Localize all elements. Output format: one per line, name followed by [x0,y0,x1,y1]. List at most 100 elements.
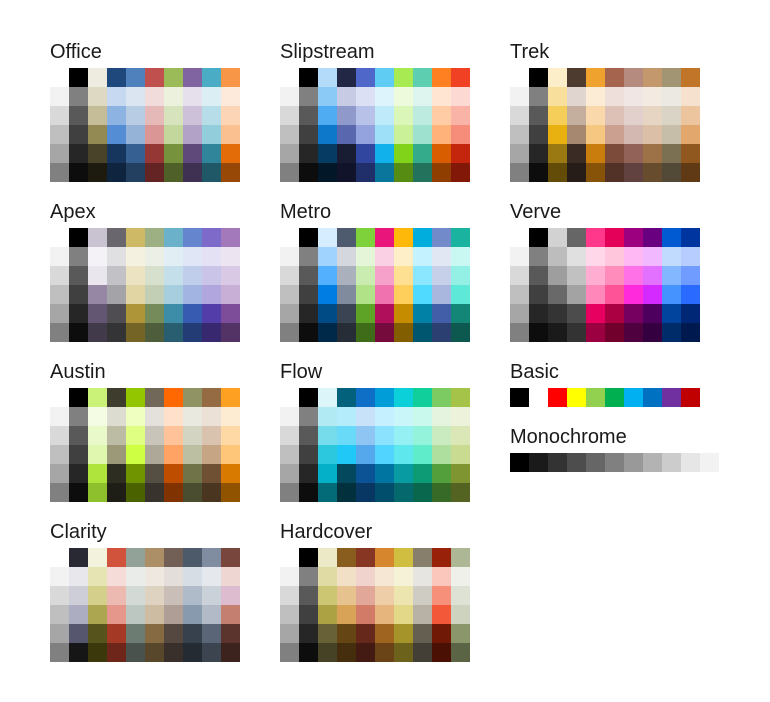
color-swatch[interactable] [280,106,299,125]
color-swatch[interactable] [107,247,126,266]
color-swatch[interactable] [107,285,126,304]
color-swatch[interactable] [126,586,145,605]
color-swatch[interactable] [451,285,470,304]
palette-block-monochrome[interactable]: Monochrome [510,425,738,472]
color-swatch[interactable] [107,125,126,144]
color-swatch[interactable] [605,68,624,87]
color-swatch[interactable] [375,163,394,182]
color-swatch[interactable] [50,483,69,502]
color-swatch[interactable] [299,643,318,662]
color-swatch[interactable] [451,407,470,426]
color-swatch[interactable] [432,567,451,586]
color-swatch[interactable] [88,605,107,624]
color-swatch[interactable] [126,163,145,182]
color-swatch[interactable] [567,144,586,163]
color-swatch[interactable] [586,453,605,472]
color-swatch[interactable] [145,106,164,125]
color-swatch[interactable] [375,266,394,285]
color-swatch[interactable] [50,68,69,87]
color-swatch[interactable] [451,643,470,662]
color-swatch[interactable] [375,586,394,605]
color-swatch[interactable] [337,483,356,502]
color-swatch[interactable] [375,87,394,106]
color-swatch[interactable] [107,163,126,182]
color-swatch[interactable] [394,426,413,445]
color-swatch[interactable] [318,605,337,624]
color-swatch[interactable] [432,548,451,567]
color-swatch[interactable] [643,453,662,472]
color-swatch[interactable] [586,125,605,144]
color-swatch[interactable] [183,106,202,125]
color-swatch[interactable] [164,388,183,407]
color-swatch[interactable] [88,285,107,304]
color-swatch[interactable] [529,228,548,247]
color-swatch[interactable] [375,144,394,163]
color-swatch[interactable] [126,426,145,445]
color-swatch[interactable] [624,144,643,163]
color-swatch[interactable] [356,125,375,144]
color-swatch[interactable] [432,643,451,662]
color-swatch[interactable] [548,163,567,182]
color-swatch[interactable] [375,247,394,266]
color-swatch[interactable] [548,125,567,144]
color-swatch[interactable] [413,106,432,125]
color-swatch[interactable] [69,247,88,266]
color-swatch[interactable] [643,125,662,144]
color-swatch[interactable] [586,304,605,323]
color-swatch[interactable] [375,68,394,87]
color-swatch[interactable] [375,323,394,342]
color-swatch[interactable] [280,163,299,182]
color-swatch[interactable] [280,407,299,426]
color-swatch[interactable] [318,106,337,125]
color-swatch[interactable] [126,445,145,464]
color-swatch[interactable] [50,548,69,567]
color-swatch[interactable] [145,464,164,483]
color-swatch[interactable] [510,163,529,182]
color-swatch[interactable] [337,464,356,483]
color-swatch[interactable] [164,228,183,247]
color-swatch[interactable] [567,323,586,342]
color-swatch[interactable] [432,426,451,445]
color-swatch[interactable] [126,483,145,502]
color-swatch[interactable] [451,247,470,266]
color-swatch[interactable] [337,643,356,662]
color-swatch[interactable] [318,266,337,285]
color-swatch[interactable] [586,87,605,106]
color-swatch[interactable] [662,323,681,342]
color-swatch[interactable] [145,87,164,106]
color-swatch[interactable] [164,285,183,304]
color-swatch[interactable] [126,407,145,426]
color-swatch[interactable] [299,247,318,266]
color-swatch[interactable] [318,624,337,643]
color-swatch[interactable] [510,266,529,285]
color-swatch[interactable] [145,68,164,87]
color-swatch[interactable] [394,125,413,144]
color-swatch[interactable] [413,68,432,87]
palette-block-clarity[interactable]: Clarity [50,520,240,662]
color-swatch[interactable] [413,567,432,586]
color-swatch[interactable] [432,304,451,323]
color-swatch[interactable] [145,548,164,567]
color-swatch[interactable] [183,247,202,266]
color-swatch[interactable] [337,247,356,266]
color-swatch[interactable] [69,605,88,624]
color-swatch[interactable] [529,68,548,87]
color-swatch[interactable] [394,304,413,323]
color-swatch[interactable] [221,548,240,567]
color-swatch[interactable] [624,68,643,87]
color-swatch[interactable] [221,643,240,662]
color-swatch[interactable] [510,453,529,472]
color-swatch[interactable] [413,323,432,342]
color-swatch[interactable] [394,567,413,586]
color-swatch[interactable] [451,483,470,502]
color-swatch[interactable] [69,426,88,445]
color-swatch[interactable] [107,304,126,323]
color-swatch[interactable] [50,228,69,247]
color-swatch[interactable] [318,407,337,426]
color-swatch[interactable] [280,586,299,605]
color-swatch[interactable] [356,624,375,643]
color-swatch[interactable] [586,144,605,163]
color-swatch[interactable] [50,87,69,106]
color-swatch[interactable] [567,304,586,323]
color-swatch[interactable] [50,285,69,304]
